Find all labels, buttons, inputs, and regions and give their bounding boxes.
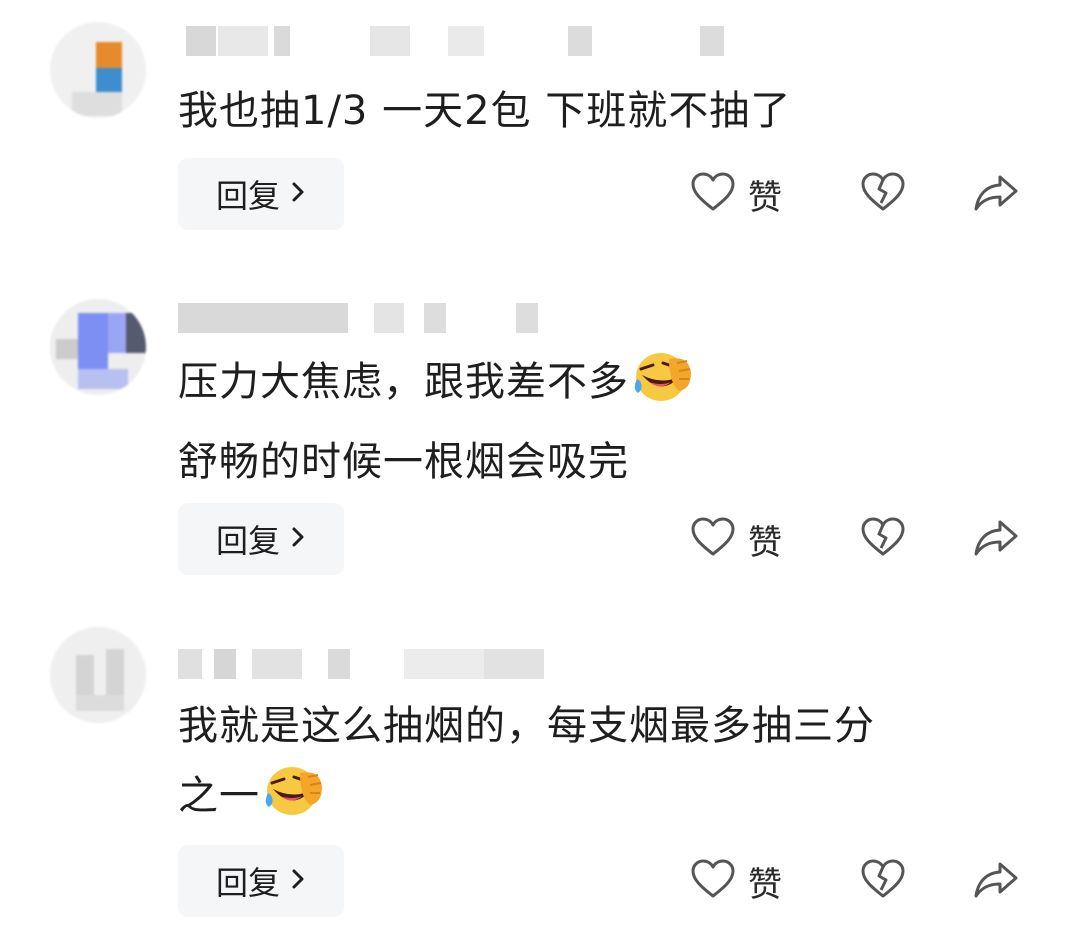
comment-item: 我就是这么抽烟的，每支烟最多抽三分 之一 回复 赞 [0, 625, 1078, 930]
comment-actions: 赞 [690, 164, 1030, 224]
comment-text-line: 舒畅的时候一根烟会吸完 [178, 439, 629, 485]
broken-heart-icon [860, 516, 906, 562]
broken-heart-icon [860, 171, 906, 217]
comment-actions: 赞 [690, 509, 1030, 569]
avatar[interactable] [50, 299, 146, 395]
like-button[interactable]: 赞 [690, 509, 782, 569]
reply-label: 回复 [215, 864, 280, 902]
username-blurred[interactable] [178, 26, 724, 56]
username-blurred[interactable] [178, 649, 718, 679]
comment-actions: 赞 [690, 851, 1030, 911]
comment-text: 压力大焦虑，跟我差不多 舒畅的时候一根烟会吸完 [178, 347, 693, 497]
reply-button[interactable]: 回复 [178, 158, 344, 230]
avatar[interactable] [50, 627, 146, 723]
comment-text-line: 压力大焦虑，跟我差不多 [178, 347, 693, 427]
reply-label: 回复 [215, 177, 280, 215]
comment-item: 我也抽1/3 一天2包 下班就不抽了 回复 赞 [0, 0, 1078, 250]
reply-button[interactable]: 回复 [178, 503, 344, 575]
heart-icon [690, 516, 736, 562]
laughing-crying-emoji [264, 763, 324, 841]
dislike-button[interactable] [860, 851, 906, 911]
share-button[interactable] [972, 509, 1020, 569]
share-button[interactable] [972, 164, 1020, 224]
like-label: 赞 [748, 177, 782, 218]
username-blurred[interactable] [178, 303, 718, 333]
avatar[interactable] [50, 22, 146, 118]
dislike-button[interactable] [860, 164, 906, 224]
like-label: 赞 [748, 522, 782, 563]
share-arrow-icon [972, 858, 1020, 904]
comment-text-line: 我也抽1/3 一天2包 下班就不抽了 [178, 88, 792, 134]
comment-text: 我也抽1/3 一天2包 下班就不抽了 [178, 76, 791, 146]
comment-text: 我就是这么抽烟的，每支烟最多抽三分 之一 [178, 691, 875, 841]
dislike-button[interactable] [860, 509, 906, 569]
chevron-right-icon [290, 867, 306, 895]
broken-heart-icon [860, 858, 906, 904]
reply-label: 回复 [215, 522, 280, 560]
share-arrow-icon [972, 171, 1020, 217]
chevron-right-icon [290, 525, 306, 553]
reply-button[interactable]: 回复 [178, 845, 344, 917]
like-button[interactable]: 赞 [690, 164, 782, 224]
share-button[interactable] [972, 851, 1020, 911]
share-arrow-icon [972, 516, 1020, 562]
like-button[interactable]: 赞 [690, 851, 782, 911]
laughing-crying-emoji [633, 349, 693, 427]
comment-item: 压力大焦虑，跟我差不多 舒畅的时候一根烟会吸完 回复 赞 [0, 285, 1078, 585]
chevron-right-icon [290, 180, 306, 208]
comment-text-line: 我就是这么抽烟的，每支烟最多抽三分 [178, 703, 875, 749]
heart-icon [690, 171, 736, 217]
comment-text-line: 之一 [178, 761, 875, 841]
like-label: 赞 [748, 864, 782, 905]
heart-icon [690, 858, 736, 904]
